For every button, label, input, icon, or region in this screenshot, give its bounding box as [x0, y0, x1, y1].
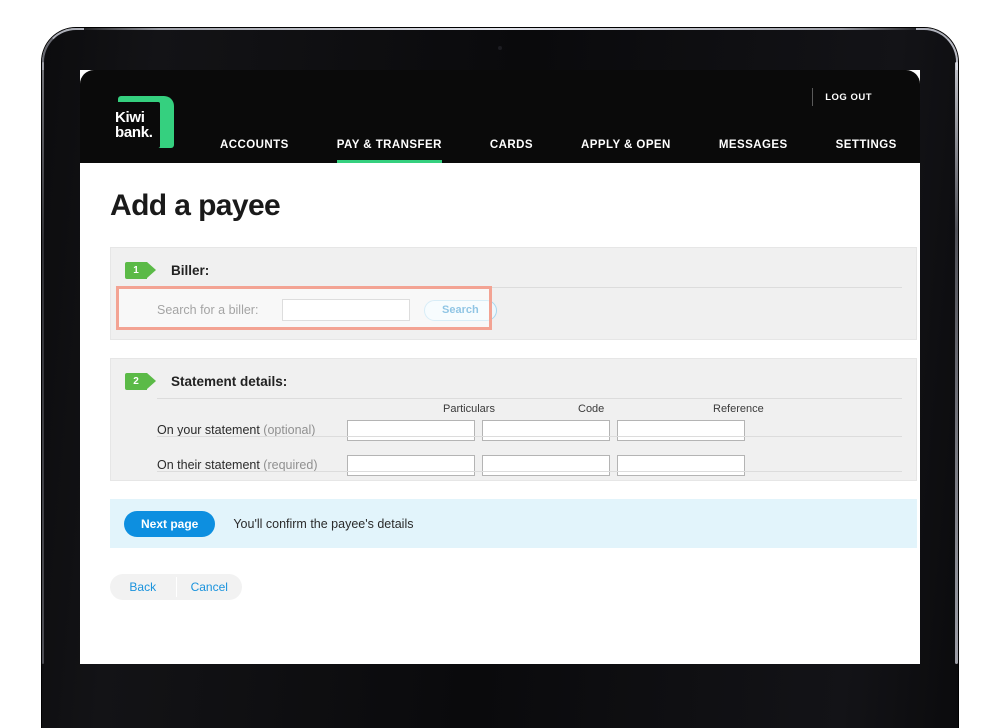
logout-button[interactable]: LOG OUT	[825, 92, 872, 103]
search-button[interactable]: Search	[424, 299, 497, 321]
nav-item-messages[interactable]: MESSAGES	[719, 139, 788, 163]
device-bezel-corner-top-left	[42, 28, 84, 70]
header-divider	[812, 88, 814, 106]
nav-item-pay-transfer[interactable]: PAY & TRANSFER	[336, 139, 443, 163]
front-camera-icon	[498, 46, 502, 50]
logo-line-2: bank.	[115, 124, 153, 141]
your-particulars-input[interactable]	[347, 419, 475, 441]
statement-details-panel: 2 Statement details: Particulars Code Refe…	[110, 358, 917, 481]
page-title: Add a payee	[110, 189, 281, 222]
browser-screen: Kiwi bank. LOG OUT ACCOUNTS PAY & TRANSFER…	[80, 70, 920, 664]
nav-item-cards[interactable]: CARDS	[490, 139, 533, 163]
logout-area: LOG OUT	[812, 88, 872, 106]
nav-item-accounts[interactable]: ACCOUNTS	[220, 139, 289, 163]
their-statement-label-text: On their statement	[157, 458, 260, 472]
their-statement-qualifier: (required)	[259, 458, 318, 472]
your-statement-qualifier: (optional)	[259, 423, 316, 437]
your-statement-label: On your statement (optional)	[157, 423, 347, 437]
cancel-button[interactable]: Cancel	[177, 574, 243, 600]
biller-divider	[157, 287, 902, 288]
statement-row-their: On their statement (required)	[157, 449, 902, 481]
logo-black-square: Kiwi bank.	[112, 102, 160, 148]
biller-section-title: Biller:	[171, 263, 210, 278]
biller-search-row: Search for a biller: Search	[157, 293, 902, 327]
your-statement-label-text: On your statement	[157, 423, 260, 437]
statement-row-your: On your statement (optional)	[157, 414, 902, 446]
their-code-input[interactable]	[482, 454, 610, 476]
statement-divider-bottom	[157, 471, 902, 472]
statement-divider-middle	[157, 436, 902, 437]
page-body: Add a payee 1 Biller: Search for a bille…	[80, 189, 920, 600]
next-page-button[interactable]: Next page	[124, 510, 216, 537]
primary-navigation: ACCOUNTS PAY & TRANSFER CARDS APPLY & OPEN M…	[220, 139, 920, 163]
your-reference-input[interactable]	[617, 419, 745, 441]
biller-panel: 1 Biller: Search for a biller: Search	[110, 247, 917, 340]
device-bezel-edge-left	[42, 62, 44, 664]
kiwibank-logo[interactable]: Kiwi bank.	[112, 96, 174, 152]
next-page-note: You'll confirm the payee's details	[233, 516, 414, 531]
nav-item-apply-open[interactable]: APPLY & OPEN	[581, 139, 671, 163]
device-bezel-corner-top-right	[916, 28, 958, 70]
step-badge-2: 2	[125, 373, 156, 390]
your-code-input[interactable]	[482, 419, 610, 441]
nav-item-settings[interactable]: SETTINGS	[836, 139, 897, 163]
their-reference-input[interactable]	[617, 454, 745, 476]
statement-step-header: 2 Statement details:	[111, 359, 916, 390]
site-header: Kiwi bank. LOG OUT ACCOUNTS PAY & TRANSFER…	[80, 70, 920, 163]
statement-section-title: Statement details:	[171, 374, 288, 389]
logo-wordmark: Kiwi bank.	[115, 110, 159, 140]
device-bezel-edge-top	[74, 28, 926, 30]
their-particulars-input[interactable]	[347, 454, 475, 476]
statement-divider-top	[157, 398, 902, 399]
step-badge-1: 1	[125, 262, 156, 279]
their-statement-label: On their statement (required)	[157, 458, 347, 472]
next-page-strip: Next page You'll confirm the payee's det…	[110, 499, 917, 548]
bottom-action-group: Back Cancel	[110, 574, 242, 600]
search-for-biller-label: Search for a biller:	[157, 303, 259, 317]
biller-step-header: 1 Biller:	[111, 248, 916, 279]
device-bezel-edge-right	[955, 62, 958, 664]
back-button[interactable]: Back	[110, 574, 176, 600]
biller-search-input[interactable]	[282, 299, 410, 321]
